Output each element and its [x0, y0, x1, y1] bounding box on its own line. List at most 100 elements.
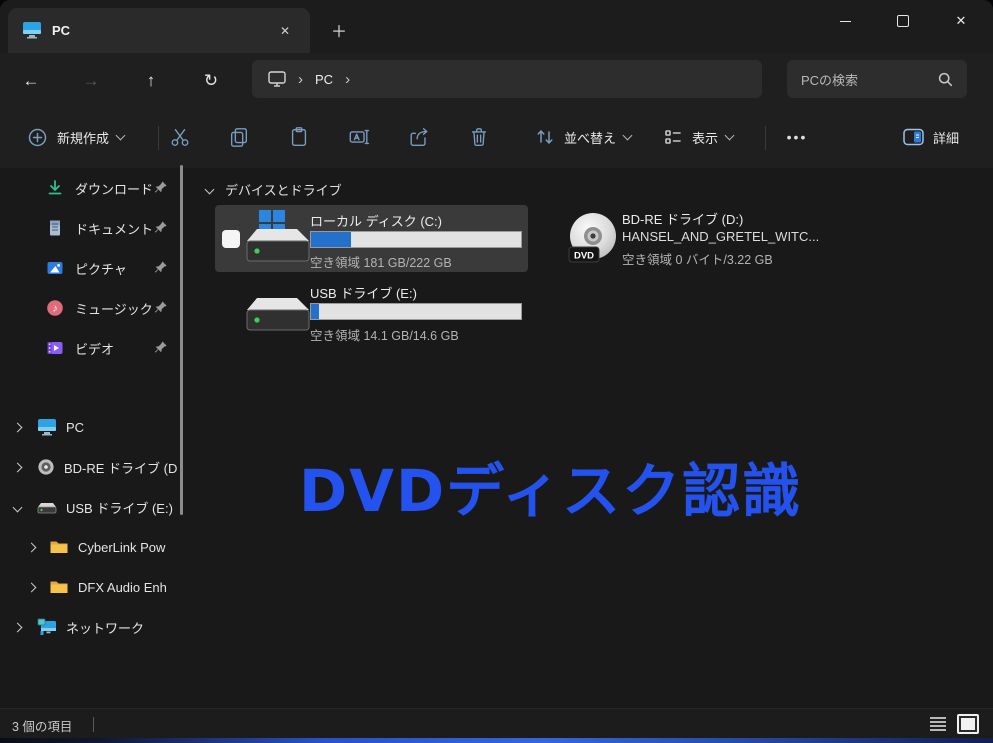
- navigation-bar: ← → ↑ ↻ › PC › PCの検索: [0, 53, 993, 107]
- svg-text:♪: ♪: [52, 303, 57, 315]
- search-box[interactable]: PCの検索: [787, 60, 967, 98]
- new-tab-button[interactable]: ＋: [326, 17, 352, 43]
- sidebar-item-music[interactable]: ♪ ミュージック: [0, 288, 196, 328]
- view-button-label: 表示: [692, 128, 718, 147]
- sidebar-tree-usb-drive[interactable]: USB ドライブ (E:): [0, 487, 196, 527]
- sidebar-item-downloads[interactable]: ダウンロード: [0, 168, 196, 208]
- cut-button[interactable]: [160, 119, 200, 155]
- folder-icon: [49, 579, 69, 595]
- details-button-label: 詳細: [933, 128, 959, 147]
- breadcrumb-pc-icon: [268, 71, 286, 87]
- sidebar-label: CyberLink Pow: [78, 540, 165, 555]
- chevron-down-icon[interactable]: [13, 502, 23, 512]
- chevron-right-icon[interactable]: [13, 422, 23, 432]
- close-button[interactable]: ✕: [938, 5, 984, 37]
- sidebar-label: USB ドライブ (E:): [66, 498, 173, 517]
- minimize-button[interactable]: [822, 5, 868, 37]
- share-button[interactable]: [399, 119, 439, 155]
- sidebar-label: ビデオ: [75, 339, 114, 358]
- chevron-right-icon[interactable]: [27, 582, 37, 592]
- sidebar-label: DFX Audio Enh: [78, 580, 167, 595]
- address-bar[interactable]: › PC ›: [252, 60, 762, 98]
- drive-tile-local-disk-c[interactable]: ローカル ディスク (C:) 空き領域 181 GB/222 GB: [215, 205, 528, 272]
- sidebar-item-pictures[interactable]: ピクチャ: [0, 248, 196, 288]
- dvd-disc-icon: DVD: [566, 211, 620, 267]
- tab-pc[interactable]: PC ✕: [8, 8, 310, 53]
- rename-button[interactable]: [339, 119, 379, 155]
- search-icon: [938, 72, 953, 87]
- selection-checkbox[interactable]: [222, 230, 240, 248]
- forward-button[interactable]: →: [74, 68, 108, 94]
- breadcrumb-pc[interactable]: PC: [315, 72, 333, 87]
- sidebar-scrollbar[interactable]: [180, 165, 183, 515]
- pc-monitor-icon: [22, 21, 42, 39]
- pin-icon: [154, 340, 168, 354]
- sidebar-label: ネットワーク: [66, 618, 144, 637]
- drive-free-space: 空き領域 0 バイト/3.22 GB: [622, 249, 773, 268]
- screenshot-stage: PC ✕ ＋ ✕ ← → ↑ ↻ › PC ›: [0, 0, 993, 743]
- delete-button[interactable]: [459, 119, 499, 155]
- sidebar-tree-network[interactable]: ネットワーク: [0, 607, 196, 647]
- details-pane-button[interactable]: 詳細: [895, 119, 967, 155]
- network-icon: [37, 618, 57, 636]
- cut-scissors-icon: [169, 126, 191, 148]
- capacity-bar: [310, 303, 522, 320]
- title-bar: PC ✕ ＋ ✕: [0, 0, 993, 53]
- more-options-button[interactable]: •••: [775, 119, 819, 155]
- view-button[interactable]: 表示: [655, 119, 741, 155]
- sidebar-tree-folder-dfx[interactable]: DFX Audio Enh: [0, 567, 196, 607]
- status-bar: 3 個の項目: [0, 708, 993, 739]
- chevron-right-icon[interactable]: [13, 462, 23, 472]
- new-button[interactable]: 新規作成: [18, 119, 134, 155]
- details-view-button[interactable]: [926, 713, 950, 735]
- svg-text:DVD: DVD: [574, 251, 594, 262]
- sidebar-item-documents[interactable]: ドキュメント: [0, 208, 196, 248]
- back-button[interactable]: ←: [14, 68, 48, 94]
- share-icon: [408, 126, 430, 148]
- pin-icon: [154, 180, 168, 194]
- sidebar-label: PC: [66, 420, 84, 435]
- items-count: 3 個の項目: [12, 716, 72, 735]
- refresh-button[interactable]: ↻: [194, 68, 228, 94]
- details-view-icon: [930, 717, 946, 731]
- section-collapse-icon[interactable]: [205, 185, 215, 195]
- paste-button[interactable]: [279, 119, 319, 155]
- capacity-bar: [310, 231, 522, 248]
- search-placeholder: PCの検索: [801, 70, 938, 89]
- sidebar-label: ドキュメント: [75, 219, 153, 238]
- sidebar-tree-bdre-drive[interactable]: BD-RE ドライブ (D: [0, 447, 196, 487]
- drive-volume-label: HANSEL_AND_GRETEL_WITC...: [622, 229, 819, 244]
- up-button[interactable]: ↑: [134, 68, 168, 94]
- file-list-area: デバイスとドライブ ローカル ディスク (C:) 空き領域: [196, 168, 993, 708]
- view-layout-icon: [663, 127, 683, 147]
- rename-icon: [348, 126, 370, 148]
- drive-tile-bdre-d[interactable]: DVD BD-RE ドライブ (D:) HANSEL_AND_GRETEL_WI…: [563, 205, 863, 272]
- copy-button[interactable]: [219, 119, 259, 155]
- sidebar-item-videos[interactable]: ビデオ: [0, 328, 196, 368]
- drive-tile-usb-e[interactable]: USB ドライブ (E:) 空き領域 14.1 GB/14.6 GB: [215, 278, 528, 345]
- section-devices-and-drives[interactable]: デバイスとドライブ: [206, 180, 342, 199]
- maximize-button[interactable]: [880, 5, 926, 37]
- sort-button[interactable]: 並べ替え: [527, 119, 639, 155]
- sidebar-label: ピクチャ: [75, 259, 127, 278]
- section-header-label: デバイスとドライブ: [225, 180, 342, 199]
- capacity-bar-fill: [311, 304, 319, 319]
- sidebar-label: ミュージック: [75, 299, 153, 318]
- drive-name: USB ドライブ (E:): [310, 283, 417, 302]
- minimize-icon: [840, 21, 851, 22]
- details-pane-icon: [903, 128, 924, 146]
- music-icon: ♪: [46, 299, 64, 317]
- tab-close-button[interactable]: ✕: [274, 20, 296, 42]
- large-icons-view-button[interactable]: [956, 713, 980, 735]
- chevron-right-icon[interactable]: [13, 622, 23, 632]
- pc-monitor-icon: [37, 418, 57, 436]
- breadcrumb-chevron-icon[interactable]: ›: [345, 71, 350, 88]
- documents-icon: [46, 219, 64, 237]
- sidebar-tree-pc[interactable]: PC: [0, 407, 196, 447]
- pin-icon: [154, 300, 168, 314]
- sidebar-tree-folder-cyberlink[interactable]: CyberLink Pow: [0, 527, 196, 567]
- chevron-right-icon[interactable]: [27, 542, 37, 552]
- downloads-icon: [46, 179, 64, 197]
- status-separator: [93, 717, 94, 732]
- breadcrumb-chevron-icon: ›: [298, 71, 303, 88]
